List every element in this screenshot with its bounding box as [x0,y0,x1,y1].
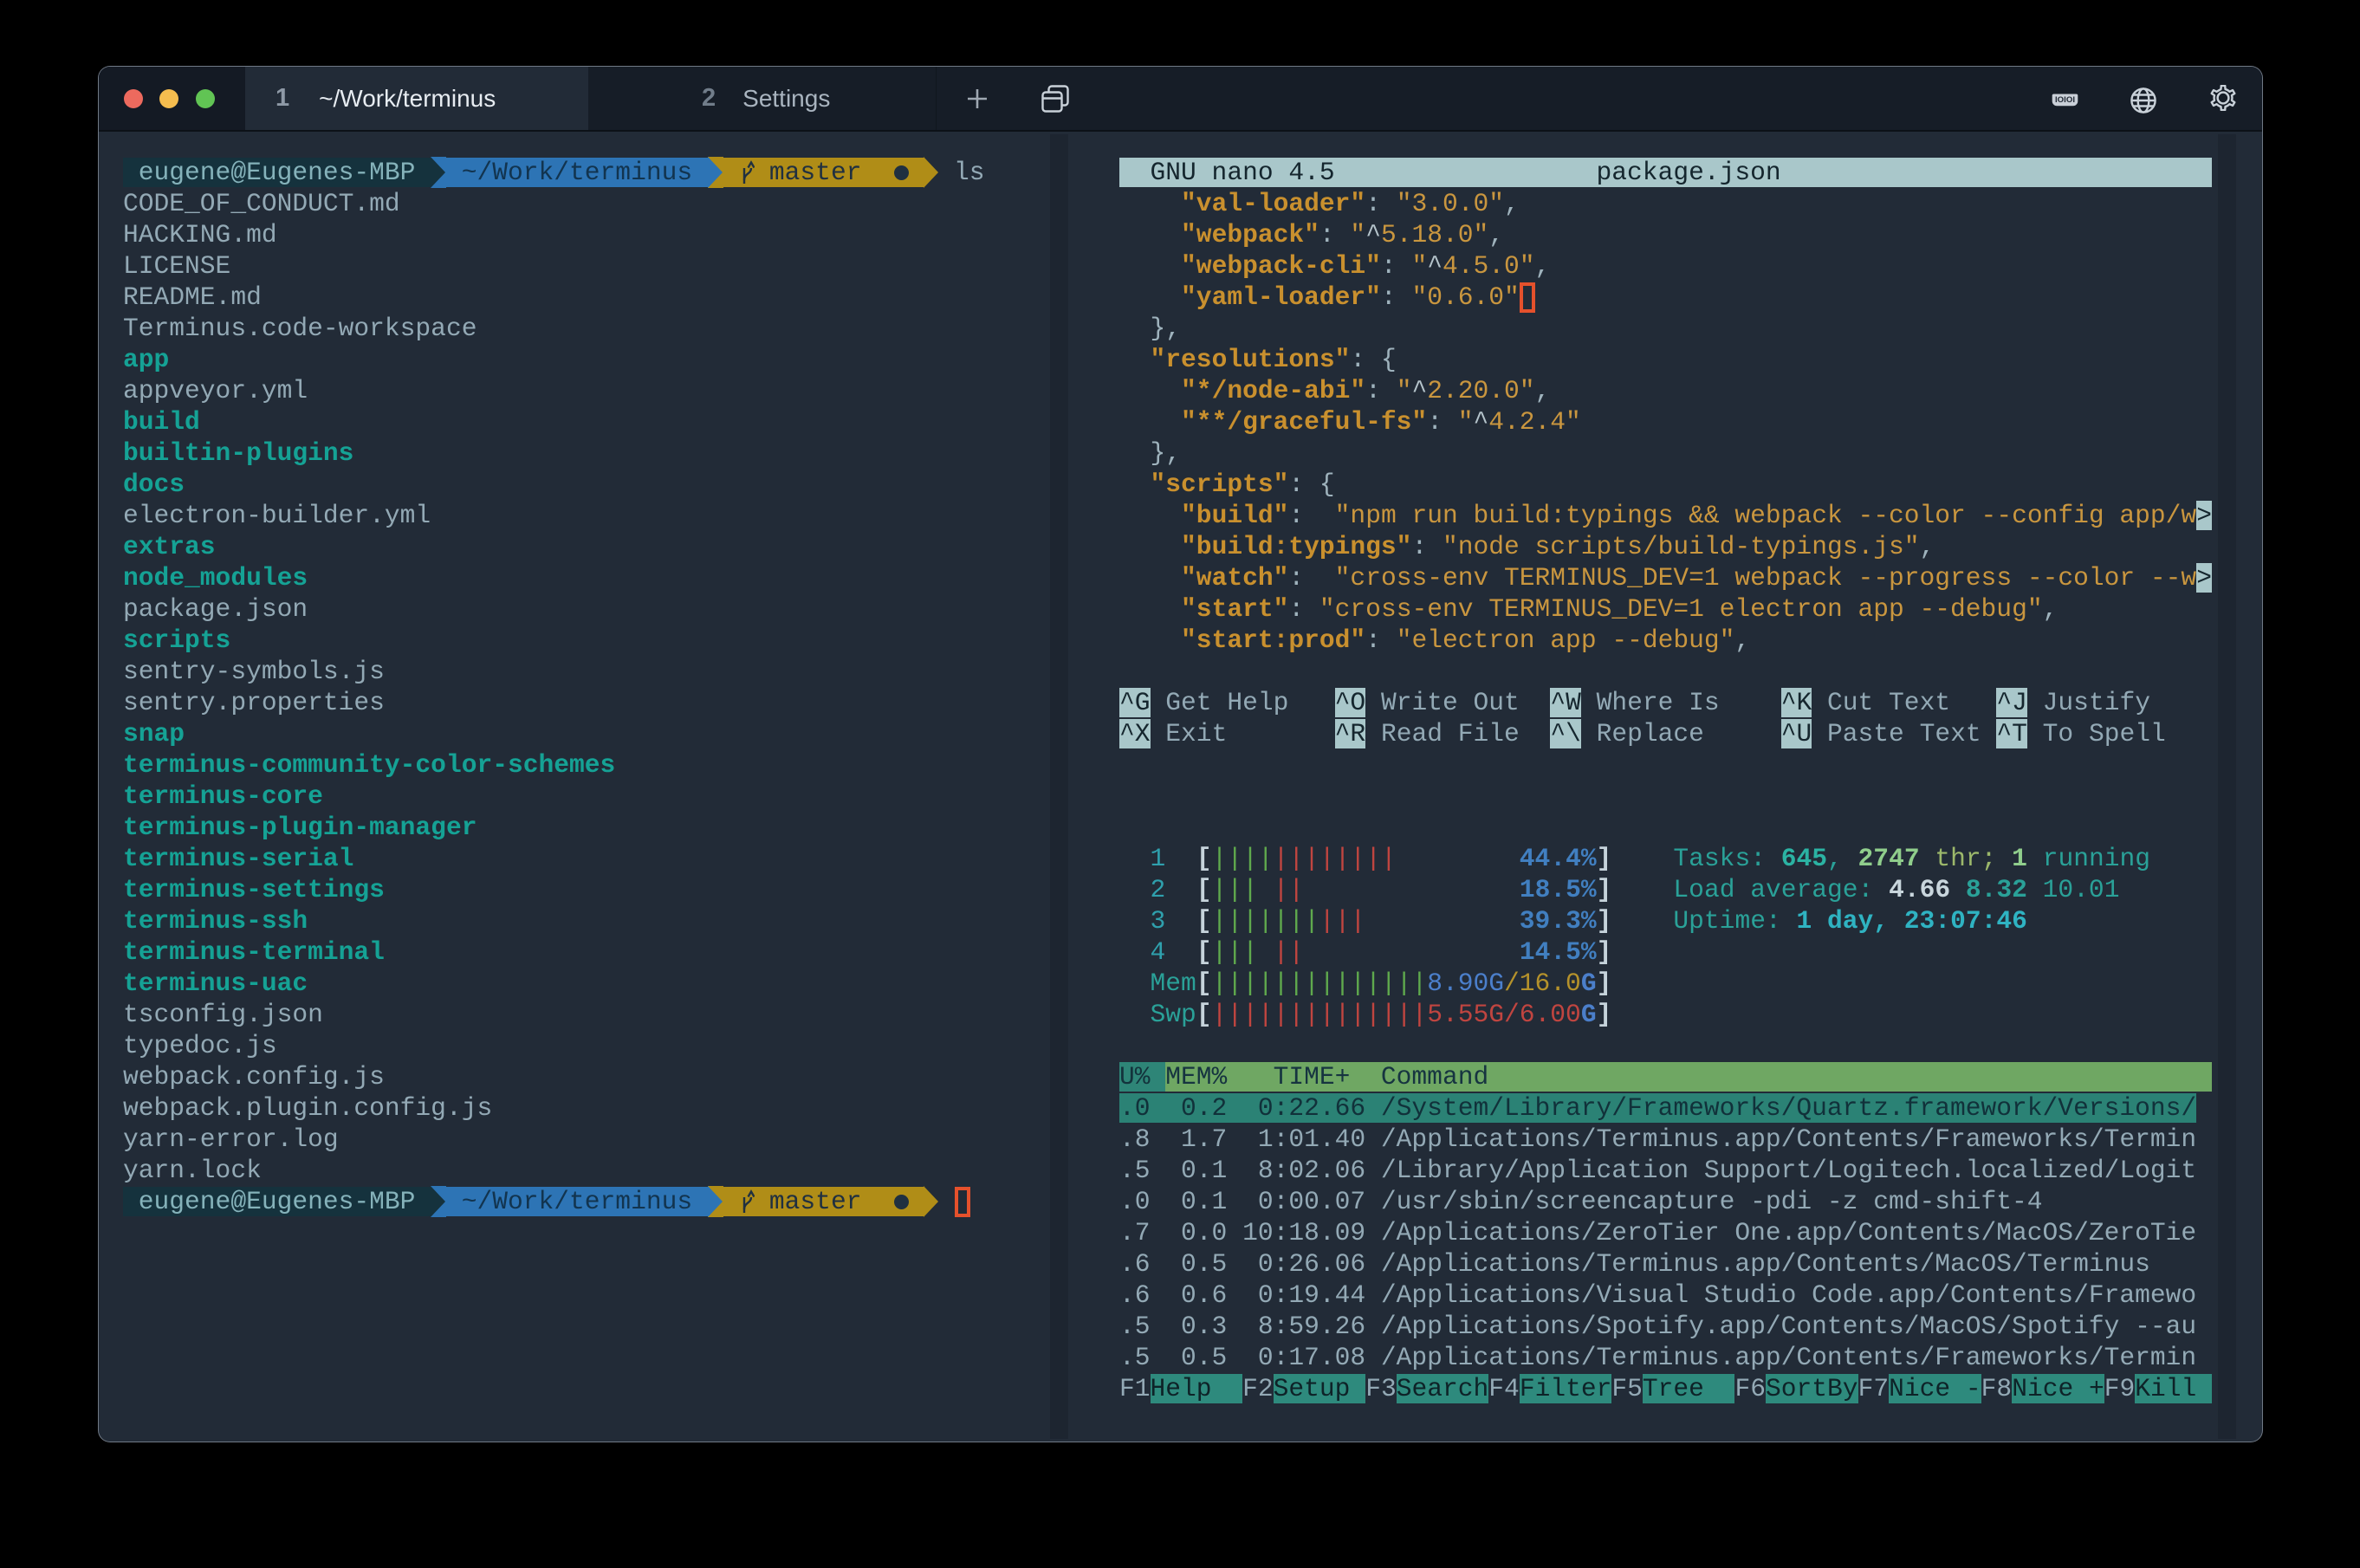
svg-text:IOIOI: IOIOI [2055,95,2075,104]
